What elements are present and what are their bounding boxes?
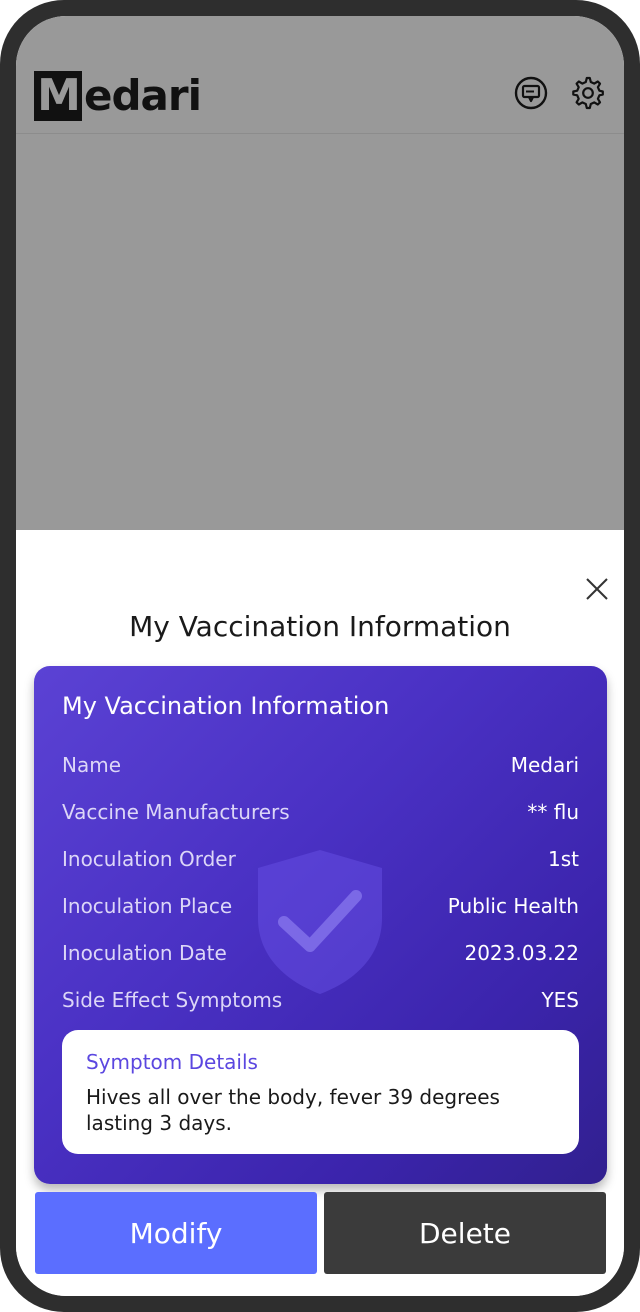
row-inoculation-place: Inoculation Place Public Health xyxy=(62,891,579,921)
row-vaccine-manufacturer: Vaccine Manufacturers ** flu xyxy=(62,797,579,827)
row-label: Vaccine Manufacturers xyxy=(62,800,290,824)
row-inoculation-order: Inoculation Order 1st xyxy=(62,844,579,874)
row-value: Public Health xyxy=(447,894,579,918)
row-side-effects: Side Effect Symptoms YES xyxy=(62,985,579,1015)
symptom-details-title: Symptom Details xyxy=(86,1050,258,1074)
row-inoculation-date: Inoculation Date 2023.03.22 xyxy=(62,938,579,968)
medari-logo[interactable]: M edari xyxy=(34,70,209,122)
modify-button[interactable]: Modify xyxy=(35,1192,317,1274)
device-frame: M edari My Vaccination Information My Va… xyxy=(0,0,640,1312)
vaccination-bottom-sheet: My Vaccination Information My Vaccinatio… xyxy=(16,530,624,1296)
logo-initial: M xyxy=(34,71,82,121)
gear-icon[interactable] xyxy=(571,76,605,110)
dimmed-background[interactable]: M edari xyxy=(16,16,624,530)
row-label: Name xyxy=(62,753,122,777)
row-value: 1st xyxy=(548,847,579,871)
row-value: ** flu xyxy=(527,800,579,824)
close-icon[interactable] xyxy=(584,576,610,602)
symptom-details-box: Symptom Details Hives all over the body,… xyxy=(62,1030,579,1154)
sheet-title: My Vaccination Information xyxy=(129,610,511,643)
app-header: M edari xyxy=(16,16,624,134)
row-value: Medari xyxy=(510,753,579,777)
screen: M edari My Vaccination Information My Va… xyxy=(16,16,624,1296)
row-label: Side Effect Symptoms xyxy=(62,988,283,1012)
row-name: Name Medari xyxy=(62,750,579,780)
card-title: My Vaccination Information xyxy=(62,692,390,720)
row-value: YES xyxy=(541,988,579,1012)
delete-button[interactable]: Delete xyxy=(324,1192,606,1274)
row-value: 2023.03.22 xyxy=(464,941,579,965)
row-label: Inoculation Order xyxy=(62,847,236,871)
row-label: Inoculation Date xyxy=(62,941,227,965)
logo-text: edari xyxy=(84,71,202,120)
row-label: Inoculation Place xyxy=(62,894,233,918)
symptom-details-text: Hives all over the body, fever 39 degree… xyxy=(86,1085,500,1135)
vaccination-card: My Vaccination Information Name Medari V… xyxy=(34,666,607,1184)
chat-bubble-icon[interactable] xyxy=(514,76,548,110)
